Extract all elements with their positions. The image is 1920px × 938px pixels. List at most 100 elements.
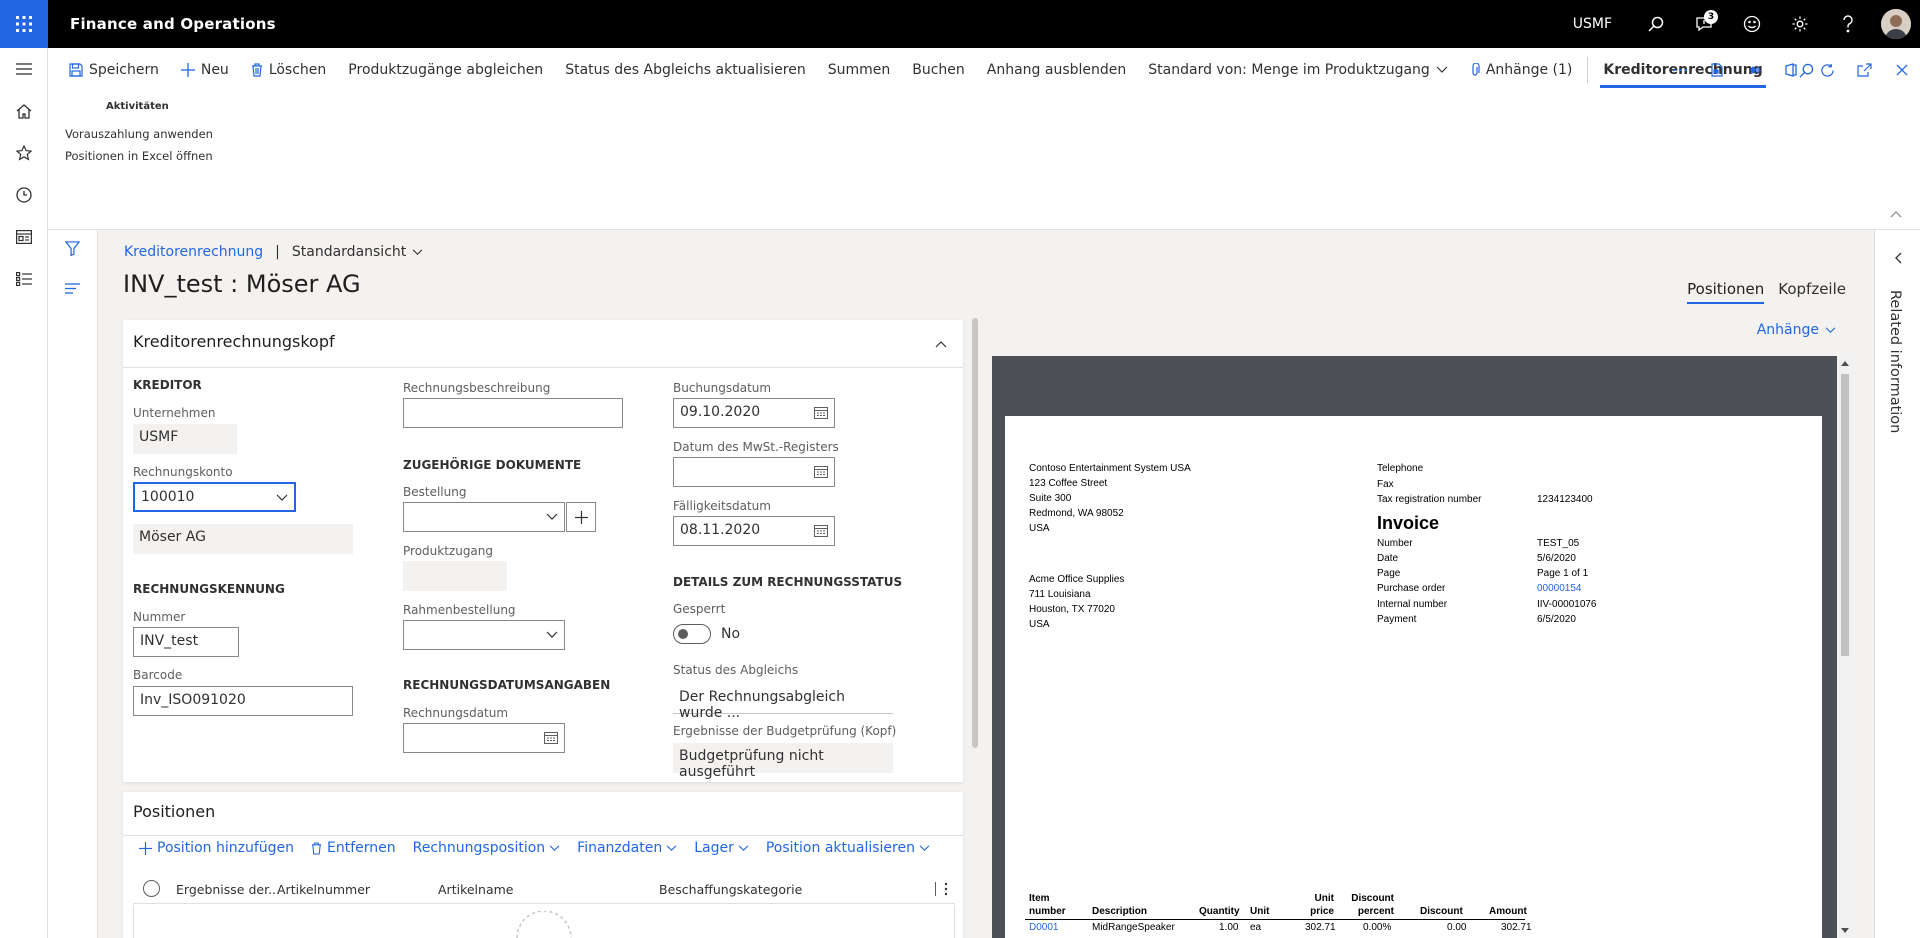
- invoice-date-field[interactable]: [403, 723, 565, 753]
- doc-fax-label: Fax: [1377, 479, 1394, 490]
- barcode-field[interactable]: Inv_ISO091020: [133, 686, 353, 716]
- posting-date-field[interactable]: 09.10.2020: [673, 398, 835, 428]
- gear-icon: [1792, 16, 1808, 32]
- attachments-button[interactable]: Anhänge (1): [1459, 48, 1584, 92]
- power-apps-button[interactable]: [1735, 48, 1772, 92]
- column-header-budget[interactable]: Ergebnisse der...: [176, 882, 280, 897]
- purchase-order-field[interactable]: [403, 502, 565, 532]
- calendar-icon[interactable]: [814, 524, 828, 537]
- chevron-down-icon[interactable]: [546, 513, 558, 521]
- nav-workspaces-button[interactable]: [0, 216, 48, 258]
- inventory-menu[interactable]: Lager: [694, 840, 749, 856]
- card-header[interactable]: Kreditorenrechnungskopf: [123, 320, 963, 368]
- match-product-receipts-button[interactable]: Produktzugänge abgleichen: [337, 48, 554, 92]
- more-options-button[interactable]: [1661, 48, 1698, 92]
- column-header-item-name[interactable]: Artikelname: [438, 882, 513, 897]
- add-purchase-order-button[interactable]: [566, 502, 596, 532]
- feedback-button[interactable]: [1728, 0, 1776, 48]
- waffle-icon: [16, 16, 32, 32]
- document-scroll-thumb[interactable]: [1841, 374, 1849, 656]
- list-view-button[interactable]: [65, 282, 80, 298]
- app-launcher-button[interactable]: [0, 0, 48, 48]
- settings-button[interactable]: [1776, 0, 1824, 48]
- view-selector[interactable]: Standardansicht: [292, 244, 406, 260]
- new-button[interactable]: Neu: [170, 48, 240, 92]
- description-field[interactable]: [403, 398, 623, 428]
- form-scrollbar[interactable]: [972, 318, 978, 748]
- column-header-item-number[interactable]: Artikelnummer: [277, 882, 370, 897]
- attachment-viewer[interactable]: Contoso Entertainment System USA 123 Cof…: [992, 356, 1837, 938]
- invoice-number-field[interactable]: INV_test: [133, 627, 239, 657]
- add-line-button[interactable]: Position hinzufügen: [133, 840, 294, 856]
- column-resize-handle[interactable]: [935, 882, 936, 896]
- label-buchungsdatum: Buchungsdatum: [673, 381, 772, 395]
- trash-icon: [311, 841, 322, 855]
- column-header-procurement-category[interactable]: Beschaffungskategorie: [659, 882, 802, 897]
- calendar-icon[interactable]: [814, 406, 828, 419]
- post-button[interactable]: Buchen: [901, 48, 976, 92]
- question-icon: [1843, 15, 1853, 33]
- chevron-down-icon[interactable]: [546, 631, 558, 639]
- save-button[interactable]: Speichern: [58, 48, 170, 92]
- financials-menu[interactable]: Finanzdaten: [577, 840, 677, 856]
- on-hold-toggle[interactable]: [673, 624, 711, 644]
- nav-home-button[interactable]: [0, 90, 48, 132]
- doc-item-amount: 302.71: [1501, 922, 1532, 933]
- chevron-left-icon[interactable]: [1894, 252, 1902, 264]
- update-match-status-button[interactable]: Status des Abgleichs aktualisieren: [554, 48, 817, 92]
- company-picker[interactable]: USMF: [1573, 16, 1612, 32]
- calendar-icon[interactable]: [814, 465, 828, 478]
- blanket-order-field[interactable]: [403, 620, 565, 650]
- refresh-button[interactable]: [1809, 48, 1846, 92]
- chevron-down-icon: [666, 844, 677, 851]
- related-information-pane[interactable]: Related information: [1874, 230, 1920, 938]
- paperclip-icon: [1472, 63, 1480, 76]
- collapse-action-pane-icon[interactable]: [1890, 210, 1902, 218]
- doc-item-link[interactable]: D0001: [1029, 920, 1058, 935]
- notifications-button[interactable]: 3: [1680, 0, 1728, 48]
- totals-button[interactable]: Summen: [817, 48, 902, 92]
- attachments-dropdown[interactable]: Anhänge: [1757, 322, 1836, 338]
- doc-field-label: Number: [1377, 538, 1413, 549]
- calendar-icon[interactable]: [544, 731, 558, 744]
- lines-card-header[interactable]: Positionen: [123, 792, 963, 836]
- breadcrumb-link[interactable]: Kreditorenrechnung: [124, 244, 263, 260]
- office-button[interactable]: [1772, 48, 1809, 92]
- invoice-line-menu[interactable]: Rechnungsposition: [413, 840, 561, 856]
- doc-purchase-order-link[interactable]: 00000154: [1537, 581, 1582, 596]
- popout-icon: [1857, 63, 1872, 77]
- export-document-button[interactable]: [1698, 48, 1735, 92]
- avatar[interactable]: [1881, 9, 1911, 39]
- tab-kopfzeile[interactable]: Kopfzeile: [1778, 280, 1846, 304]
- scroll-up-icon[interactable]: [1841, 361, 1849, 366]
- document-scrollbar[interactable]: [1838, 356, 1852, 938]
- menu-item-apply-prepayment[interactable]: Vorauszahlung anwenden: [65, 127, 213, 141]
- chevron-down-icon[interactable]: [412, 248, 423, 256]
- due-date-field[interactable]: 08.11.2020: [673, 516, 835, 546]
- nav-modules-button[interactable]: [0, 258, 48, 300]
- nav-favorites-button[interactable]: [0, 132, 48, 174]
- select-all-checkbox[interactable]: [143, 880, 160, 897]
- search-button[interactable]: [1632, 0, 1680, 48]
- update-line-menu[interactable]: Position aktualisieren: [766, 840, 930, 856]
- nav-menu-button[interactable]: [0, 48, 48, 90]
- default-quantity-dropdown[interactable]: Standard von: Menge im Produktzugang: [1137, 48, 1459, 92]
- vertical-ellipsis-icon[interactable]: [944, 882, 948, 896]
- help-button[interactable]: [1824, 0, 1872, 48]
- scroll-down-icon[interactable]: [1841, 928, 1849, 933]
- label-faelligkeitsdatum: Fälligkeitsdatum: [673, 499, 771, 513]
- tab-positionen[interactable]: Positionen: [1687, 280, 1765, 304]
- hide-attachment-button[interactable]: Anhang ausblenden: [976, 48, 1138, 92]
- close-button[interactable]: [1883, 48, 1920, 92]
- delete-button[interactable]: Löschen: [240, 48, 337, 92]
- nav-recent-button[interactable]: [0, 174, 48, 216]
- tax-register-date-field[interactable]: [673, 457, 835, 487]
- open-new-window-button[interactable]: [1846, 48, 1883, 92]
- menu-item-open-lines-excel[interactable]: Positionen in Excel öffnen: [65, 149, 213, 163]
- chevron-down-icon[interactable]: [276, 494, 288, 502]
- section-rechnungsdatumsangaben: RECHNUNGSDATUMSANGABEN: [403, 678, 611, 692]
- rechnungskonto-field[interactable]: 100010: [133, 482, 296, 512]
- remove-line-button[interactable]: Entfernen: [311, 840, 396, 856]
- app-title[interactable]: Finance and Operations: [70, 15, 276, 33]
- filter-button[interactable]: [64, 241, 81, 260]
